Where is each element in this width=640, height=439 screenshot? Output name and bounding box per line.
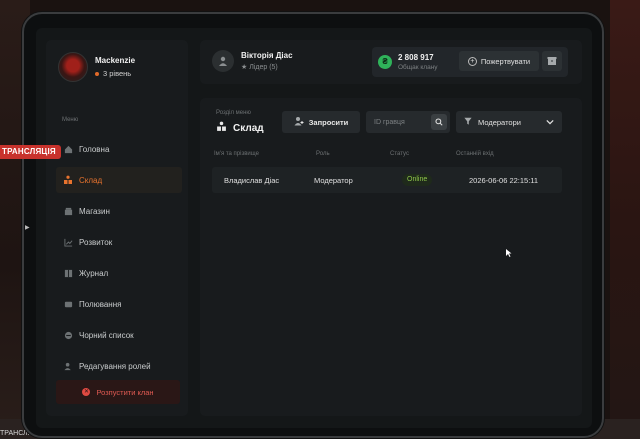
avatar: [58, 52, 88, 82]
storage-icon: [63, 175, 73, 185]
member-name: Владислав Діас: [224, 176, 280, 185]
sidebar-item-label: Чорний список: [79, 330, 134, 340]
mouse-pointer-icon: [506, 244, 512, 262]
sidebar-item-hunt[interactable]: Полювання: [56, 291, 182, 317]
player-search: [366, 111, 450, 133]
add-user-icon: [294, 116, 304, 128]
search-button[interactable]: [431, 114, 447, 130]
filter-value: Модератори: [478, 117, 521, 127]
plus-icon: +: [467, 56, 477, 66]
sidebar-item-roles[interactable]: Редагування ролей: [56, 353, 182, 379]
sidebar-item-label: Журнал: [79, 268, 109, 278]
level-dot-icon: [95, 71, 99, 76]
profile-name: Mackenzie: [95, 56, 136, 65]
storage-icon: [216, 121, 227, 135]
tablet-frame: Mackenzie 3 рівень Меню Головна Склад Ма…: [22, 12, 604, 438]
journal-icon: [63, 268, 73, 278]
donate-button[interactable]: + Пожертвувати: [459, 51, 539, 71]
donate-label: Пожертвувати: [480, 56, 531, 66]
member-last-login: 2026-06-06 22:15:11: [469, 176, 539, 185]
page-title: Склад: [216, 121, 264, 135]
status-badge: Online: [402, 174, 433, 186]
sidebar-item-storage[interactable]: Склад: [56, 167, 182, 193]
close-icon: ✕: [82, 388, 91, 396]
section-caption: Розділ меню: [216, 110, 251, 116]
profile: Mackenzie 3 рівень: [58, 52, 135, 82]
sidebar-nav: Головна Склад Магазин Розвиток Журнал По…: [56, 136, 182, 384]
sidebar-item-label: Склад: [79, 175, 103, 185]
clan-topbar: Вікторія Діас ★ Лідер (5) ₴ 2 808 917 Об…: [200, 40, 582, 84]
leader-role-text: Лідер (5): [249, 64, 278, 71]
box-icon: [547, 57, 557, 65]
invite-button[interactable]: Запросити: [282, 111, 360, 133]
tablet-screen: Mackenzie 3 рівень Меню Головна Склад Ма…: [36, 28, 592, 428]
profile-level-text: 3 рівень: [103, 69, 132, 78]
shop-icon: [63, 206, 73, 216]
main-panel: Розділ меню Склад Запросити ID гравця Мо…: [200, 98, 582, 416]
invite-label: Запросити: [308, 117, 349, 127]
sidebar-item-label: Головна: [79, 144, 110, 154]
arrow-right-icon: ▶: [25, 225, 30, 231]
role-filter-select[interactable]: Модератори: [456, 111, 562, 133]
sidebar: Mackenzie 3 рівень Меню Головна Склад Ма…: [46, 40, 188, 416]
chevron-down-icon: [546, 118, 554, 127]
page-title-text: Склад: [233, 122, 264, 134]
sidebar-item-label: Магазин: [79, 206, 110, 216]
disband-clan-button[interactable]: ✕ Розпустити клан: [56, 380, 180, 404]
filter-icon: [464, 117, 472, 127]
sidebar-item-growth[interactable]: Розвиток: [56, 229, 182, 255]
growth-chart-icon: [63, 237, 73, 247]
home-icon: [63, 144, 73, 154]
sidebar-item-home[interactable]: Головна: [56, 136, 182, 162]
profile-level: 3 рівень: [95, 69, 135, 78]
currency-icon: ₴: [378, 55, 392, 69]
table-header: Ім'я та прізвище Роль Статус Останній вх…: [212, 151, 562, 163]
sidebar-item-journal[interactable]: Журнал: [56, 260, 182, 286]
column-header-last-login: Останній вхід: [456, 151, 494, 157]
leader-role: ★ Лідер (5): [241, 63, 293, 71]
search-input[interactable]: [366, 111, 428, 133]
sidebar-item-blacklist[interactable]: Чорний список: [56, 322, 182, 348]
user-icon: [212, 50, 234, 72]
fund-value: 2 808 917: [398, 53, 434, 62]
clan-fund: ₴ 2 808 917 Общак клану + Пожертвувати: [372, 47, 568, 77]
blacklist-icon: [63, 330, 73, 340]
stream-tag: ТРАНСЛЯЦІЯ: [0, 145, 61, 159]
column-header-role: Роль: [316, 151, 330, 157]
table-row[interactable]: Владислав Діас Модератор Online 2026-06-…: [212, 167, 562, 193]
search-icon: [435, 118, 443, 126]
disband-label: Розпустити клан: [96, 387, 154, 397]
background-right: [610, 0, 640, 439]
leader-info: Вікторія Діас ★ Лідер (5): [212, 50, 293, 72]
column-header-name: Ім'я та прізвище: [214, 151, 259, 157]
sidebar-item-label: Полювання: [79, 299, 122, 309]
sidebar-item-label: Редагування ролей: [79, 361, 151, 371]
roles-icon: [63, 361, 73, 371]
star-icon: ★: [241, 64, 248, 71]
column-header-status: Статус: [390, 151, 409, 157]
storage-box-button[interactable]: [542, 51, 562, 71]
fund-label: Общак клану: [398, 64, 438, 71]
leader-name: Вікторія Діас: [241, 51, 293, 60]
sidebar-item-label: Розвиток: [79, 237, 113, 247]
sidebar-item-shop[interactable]: Магазин: [56, 198, 182, 224]
member-role: Модератор: [314, 176, 353, 185]
menu-caption: Меню: [62, 117, 79, 123]
hunt-icon: [63, 299, 73, 309]
